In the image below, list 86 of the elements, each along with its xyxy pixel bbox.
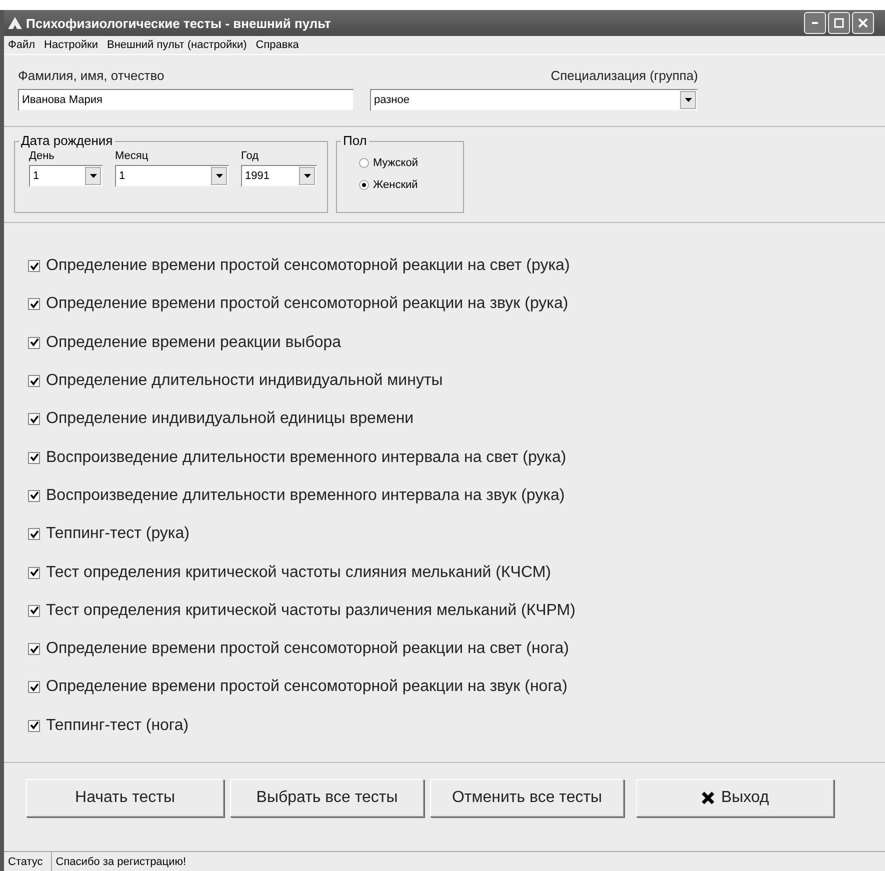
menu-item[interactable]: Справка — [256, 39, 299, 51]
radio-label: Женский — [373, 179, 418, 191]
dropdown-button[interactable] — [680, 91, 696, 109]
caret-icon — [304, 174, 310, 178]
checkbox[interactable] — [28, 298, 40, 310]
date-combobox[interactable]: 1 — [115, 165, 229, 187]
cross-icon — [701, 791, 716, 805]
checkbox-label: Определение времени простой сенсомоторной реакции на свет (нога) — [46, 640, 569, 658]
maximize-button[interactable] — [828, 12, 850, 34]
checkbox-label: Определение длительности индивидуальной минуты — [46, 372, 443, 390]
minimize-icon — [812, 22, 818, 24]
checkbox[interactable] — [28, 260, 40, 272]
checkbox[interactable] — [28, 413, 40, 426]
checkmark-icon — [30, 568, 38, 578]
status-message: Спасибо за регистрацию! — [50, 852, 885, 871]
status-label: Статус — [7, 856, 44, 868]
group-title: Пол — [341, 133, 369, 148]
dropdown-button[interactable] — [211, 167, 227, 185]
checkmark-icon — [30, 453, 38, 462]
checkbox-label: Определение индивидуальной единицы времени — [46, 410, 414, 428]
checkbox-label: Определение времени реакции выбора — [46, 334, 342, 352]
checkmark-icon — [30, 682, 38, 692]
checkbox[interactable] — [28, 681, 40, 694]
menu-item[interactable]: Файл — [8, 39, 36, 51]
field-label: Год — [241, 150, 260, 162]
caret-icon — [684, 98, 692, 102]
checkmark-icon — [30, 644, 38, 654]
checkbox-label: Теппинг-тест (нога) — [46, 716, 189, 735]
action-button[interactable]: Выбрать все тесты — [230, 779, 424, 817]
action-button[interactable]: Начать тесты — [26, 779, 224, 817]
exit-button[interactable]: Выход — [636, 779, 834, 817]
checkbox-label: Определение времени простой сенсомоторной реакции на звук (рука) — [46, 295, 568, 314]
caret-icon — [90, 174, 96, 178]
date-combobox[interactable]: 1 — [29, 165, 103, 187]
radio-button[interactable] — [359, 158, 369, 168]
checkbox[interactable] — [28, 528, 40, 540]
checkbox-label: Тест определения критической частоты различения мельканий (КЧРМ) — [46, 602, 576, 620]
app-icon — [8, 17, 22, 29]
combobox-value: 1991 — [245, 170, 270, 182]
checkmark-icon — [30, 338, 38, 348]
specialization-combobox[interactable]: разное — [370, 89, 698, 111]
checkmark-icon — [30, 300, 38, 309]
close-button[interactable] — [852, 12, 874, 34]
name-input[interactable]: Иванова Мария — [18, 89, 354, 111]
checkbox[interactable] — [28, 490, 40, 502]
checkbox[interactable] — [28, 604, 40, 617]
menu-item[interactable]: Внешний пульт (настройки) — [106, 39, 247, 51]
field-label: День — [29, 150, 56, 162]
field-label: Месяц — [115, 150, 150, 162]
checkbox[interactable] — [28, 452, 40, 464]
checkbox-label: Определение времени простой сенсомоторной реакции на свет (рука) — [46, 257, 570, 276]
checkbox[interactable] — [28, 566, 40, 579]
close-icon — [858, 18, 868, 28]
radio-button[interactable] — [359, 180, 369, 190]
combobox-value: 1 — [119, 170, 126, 182]
checkmark-icon — [30, 530, 38, 539]
checkmark-icon — [30, 491, 38, 500]
checkbox-label: Теппинг-тест (рука) — [46, 525, 190, 544]
combobox-value: 1 — [33, 170, 40, 182]
menu-item[interactable]: Настройки — [44, 39, 98, 51]
checkbox-label: Тест определения критической частоты слияния мельканий (КЧСМ) — [46, 564, 551, 582]
dropdown-button[interactable] — [299, 167, 315, 185]
dropdown-button[interactable] — [85, 167, 101, 185]
checkbox[interactable] — [28, 375, 40, 388]
field-label: Специализация (группа) — [550, 68, 698, 83]
checkmark-icon — [30, 721, 38, 730]
minimize-button[interactable] — [804, 12, 826, 34]
date-combobox[interactable]: 1991 — [241, 165, 317, 187]
checkmark-icon — [30, 376, 38, 386]
window-title: Психофизиологические тесты - внешний пульт — [26, 16, 332, 30]
action-button[interactable]: Отменить все тесты — [430, 779, 624, 817]
checkbox-label: Воспроизведение длительности временного интервала на звук (рука) — [46, 486, 565, 505]
checkmark-icon — [30, 606, 38, 616]
checkbox[interactable] — [28, 643, 40, 656]
checkmark-icon — [30, 262, 38, 271]
maximize-icon — [834, 18, 844, 28]
checkbox-label: Воспроизведение длительности временного интервала на свет (рука) — [46, 448, 566, 467]
checkbox[interactable] — [28, 336, 40, 349]
radio-label: Мужской — [373, 157, 418, 169]
checkbox-label: Определение времени простой сенсомоторной реакции на звук (нога) — [46, 678, 568, 696]
group-title: Дата рождения — [19, 133, 115, 148]
caret-icon — [216, 174, 222, 178]
checkbox[interactable] — [28, 720, 40, 732]
combobox-value: разное — [374, 94, 410, 106]
checkmark-icon — [30, 414, 38, 424]
field-label: Фамилия, имя, отчество — [18, 68, 166, 83]
